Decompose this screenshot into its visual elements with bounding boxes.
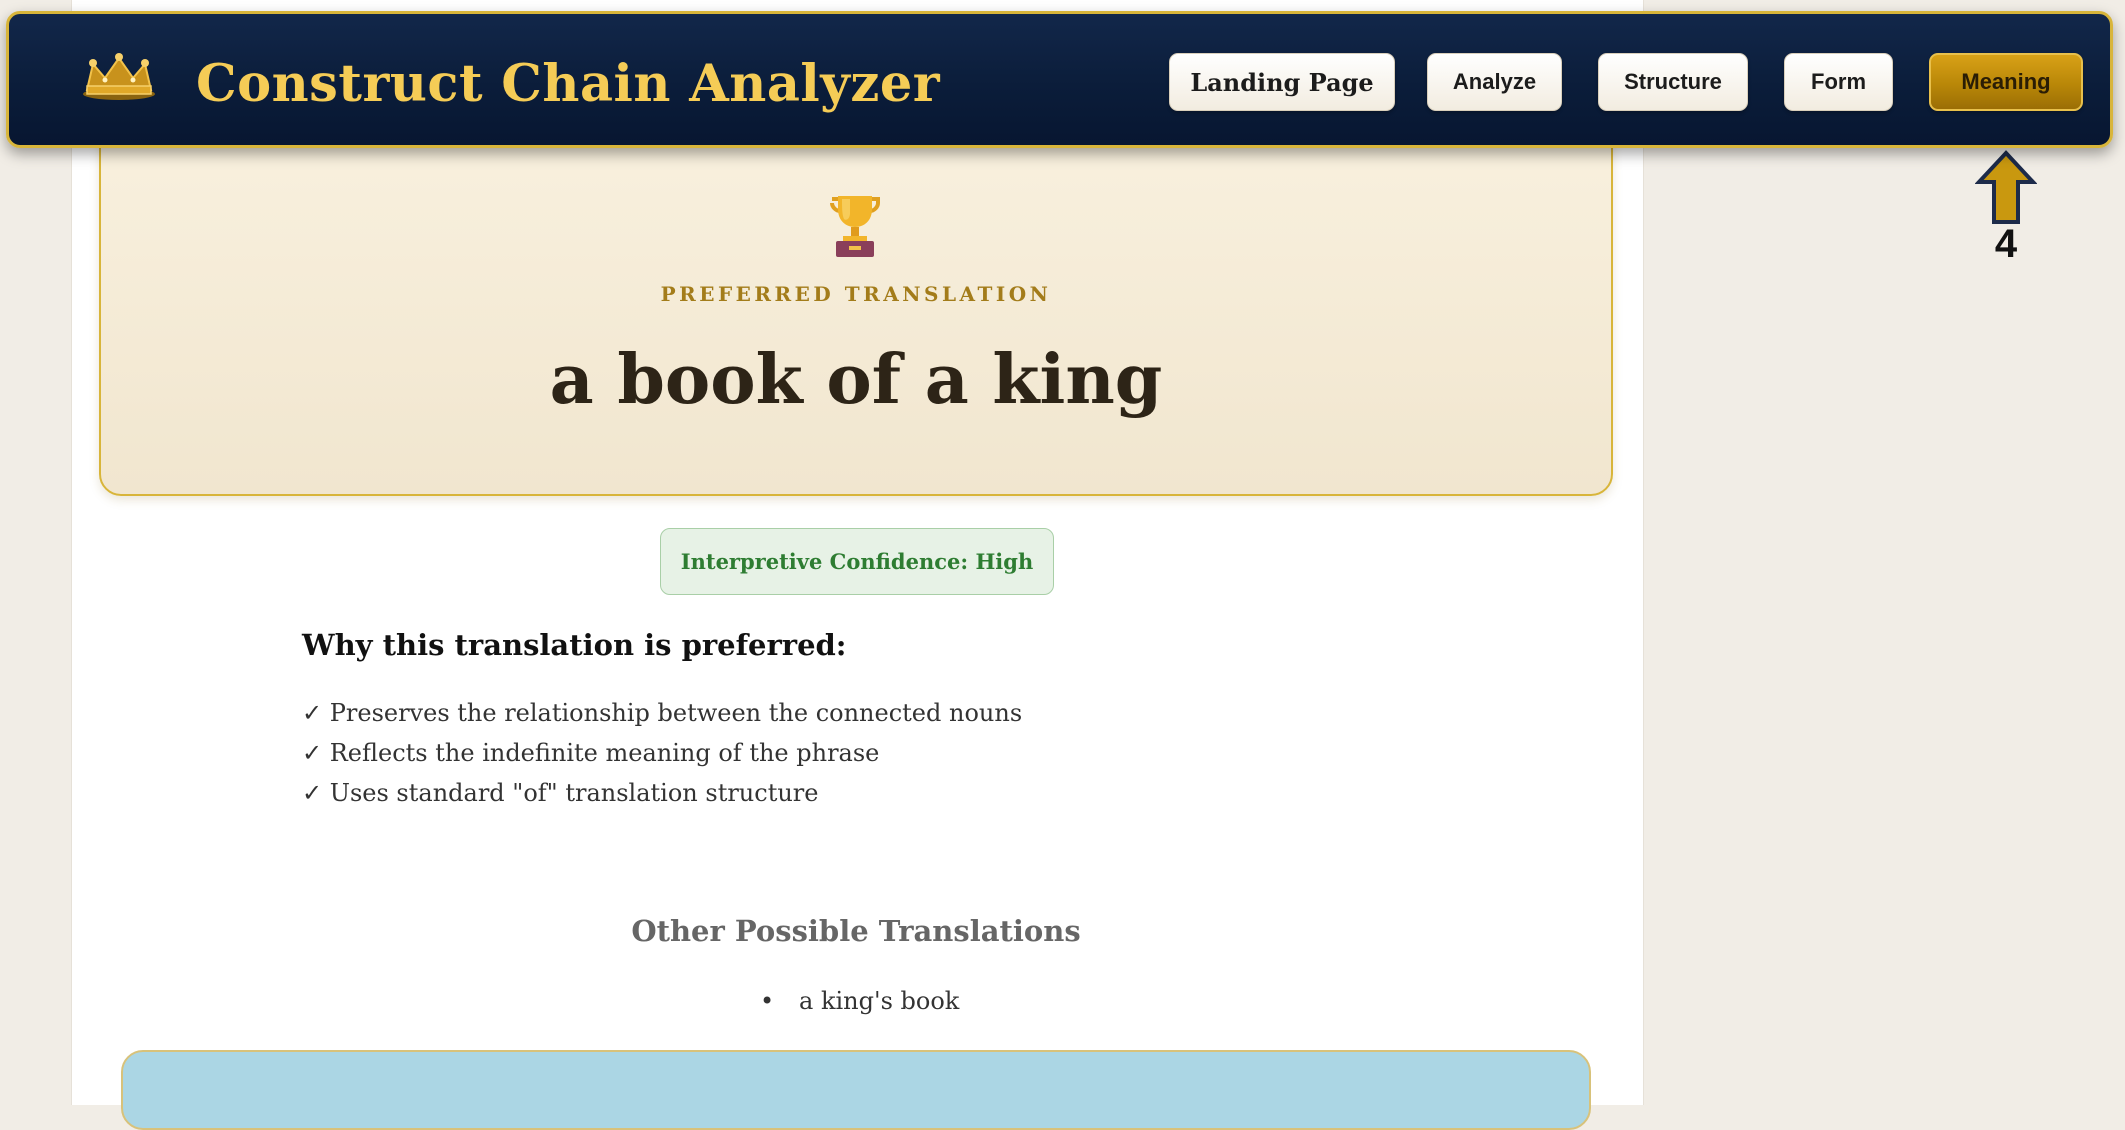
preferred-translation-label: PREFERRED TRANSLATION [660, 282, 1052, 306]
other-translations-heading: Other Possible Translations [631, 914, 1081, 948]
crown-icon [79, 50, 159, 102]
bullet-icon: • [760, 987, 775, 1015]
reasons-list: ✓ Preserves the relationship between the… [302, 696, 1022, 816]
annotation-number: 4 [1994, 222, 2018, 266]
nav-form-button[interactable]: Form [1784, 53, 1893, 111]
why-heading: Why this translation is preferred: [302, 628, 847, 662]
other-translation-text: a king's book [799, 987, 960, 1015]
reason-item: ✓ Reflects the indefinite meaning of the… [302, 739, 880, 767]
app-title: Construct Chain Analyzer [196, 54, 941, 114]
nav-landing-page-button[interactable]: Landing Page [1169, 53, 1395, 111]
nav-meaning-button[interactable]: Meaning [1929, 53, 2083, 111]
app-header: Construct Chain Analyzer Landing Page An… [6, 11, 2113, 148]
reason-item: ✓ Uses standard "of" translation structu… [302, 779, 819, 807]
confidence-badge: Interpretive Confidence: High [660, 528, 1054, 595]
info-panel [121, 1050, 1591, 1130]
nav-structure-button[interactable]: Structure [1598, 53, 1748, 111]
nav-analyze-button[interactable]: Analyze [1427, 53, 1562, 111]
reason-item: ✓ Preserves the relationship between the… [302, 699, 1023, 727]
list-item: • a king's book [760, 984, 959, 1018]
arrow-up-icon [1974, 150, 2038, 226]
other-translations-list: • a king's book [760, 984, 959, 1018]
trophy-icon [826, 193, 884, 259]
preferred-translation-text: a book of a king [549, 340, 1163, 420]
